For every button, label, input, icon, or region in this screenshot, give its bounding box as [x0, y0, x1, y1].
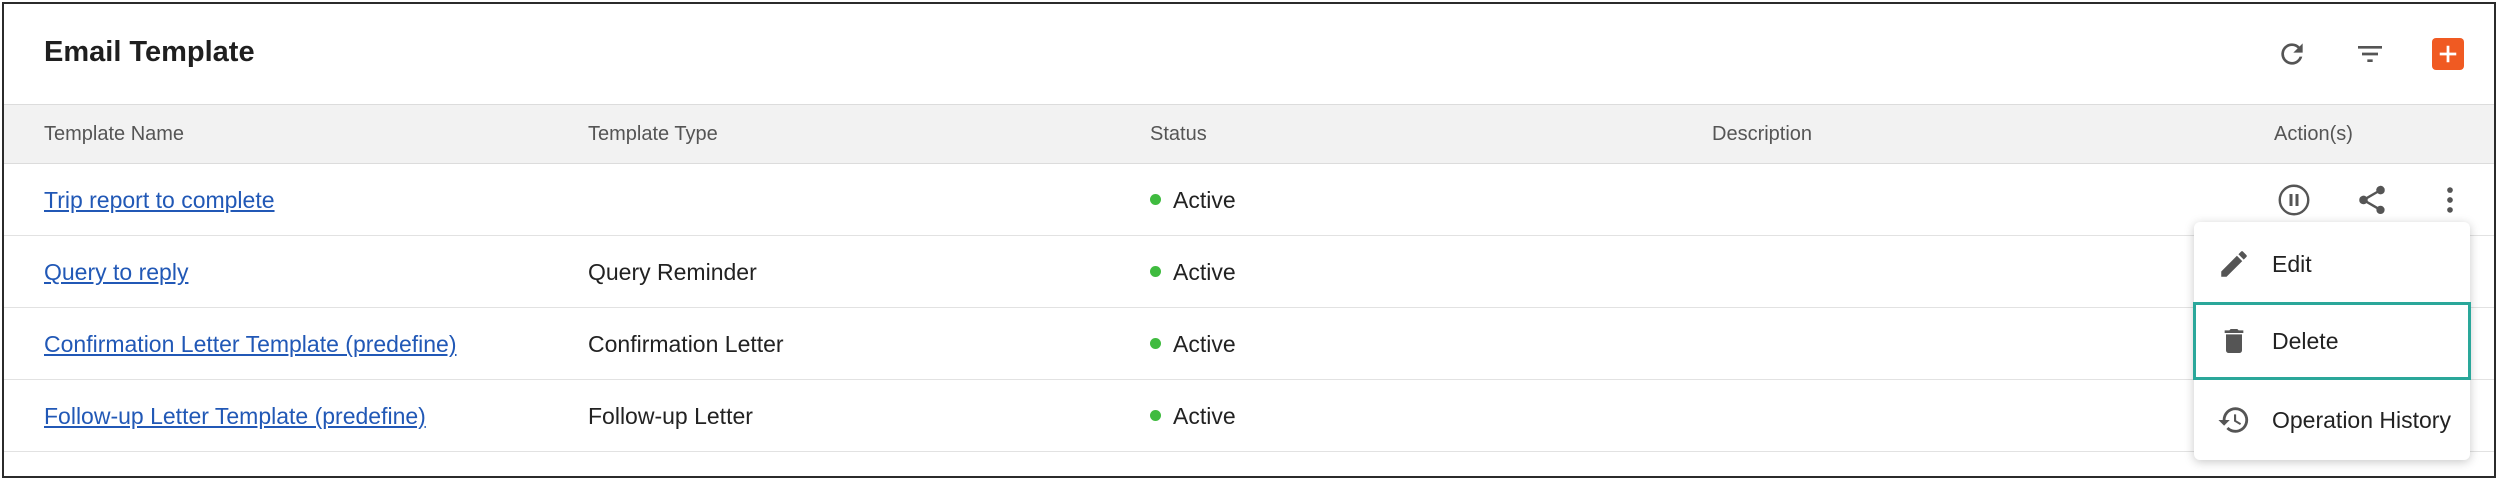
filter-button[interactable]	[2350, 34, 2390, 74]
status-label: Active	[1173, 331, 1236, 357]
table-header: Template Name Template Type Status Descr…	[4, 104, 2494, 164]
template-name-link[interactable]: Confirmation Letter Template (predefine)	[44, 331, 457, 357]
header-status[interactable]: Status	[1150, 105, 1207, 163]
pencil-icon	[2216, 246, 2252, 282]
status-dot-icon	[1150, 194, 1161, 206]
more-vert-icon	[2447, 187, 2453, 213]
status-label: Active	[1173, 187, 1236, 213]
table-row: Query to reply Query Reminder Active	[4, 236, 2494, 308]
refresh-icon	[2281, 43, 2303, 65]
header-actions: Action(s)	[2274, 123, 2353, 145]
filter-icon	[2358, 46, 2382, 62]
menu-item-operation-history[interactable]: Operation History	[2194, 382, 2470, 458]
menu-item-label: Edit	[2272, 250, 2312, 277]
template-name-cell[interactable]: Follow-up Letter Template (predefine)	[44, 380, 426, 452]
template-name-link[interactable]: Trip report to complete	[44, 187, 275, 213]
template-name-cell[interactable]: Trip report to complete	[44, 164, 275, 236]
menu-item-delete[interactable]: Delete	[2193, 302, 2471, 380]
status-dot-icon	[1150, 266, 1161, 278]
menu-item-label: Operation History	[2272, 406, 2451, 433]
menu-item-label: Delete	[2272, 327, 2339, 354]
add-template-button[interactable]	[2432, 38, 2464, 70]
status-label: Active	[1173, 259, 1236, 285]
page-title: Email Template	[44, 36, 255, 68]
table-row: Follow-up Letter Template (predefine) Fo…	[4, 380, 2494, 452]
status-cell: Active	[1150, 164, 1236, 236]
template-type-cell: Query Reminder	[588, 259, 757, 285]
add-icon	[2439, 45, 2457, 63]
share-button[interactable]	[2352, 180, 2392, 220]
status-cell: Active	[1150, 308, 1236, 380]
table-row: Trip report to complete Active	[4, 164, 2494, 236]
header-template-type[interactable]: Template Type	[588, 105, 718, 163]
email-template-panel: Email Template Template Name Template Ty…	[2, 2, 2496, 478]
status-dot-icon	[1150, 410, 1161, 422]
share-icon	[2359, 185, 2385, 215]
template-name-link[interactable]: Follow-up Letter Template (predefine)	[44, 403, 426, 429]
template-name-cell[interactable]: Confirmation Letter Template (predefine)	[44, 308, 457, 380]
menu-item-edit[interactable]: Edit	[2194, 226, 2470, 302]
template-name-link[interactable]: Query to reply	[44, 259, 188, 285]
status-cell: Active	[1150, 380, 1236, 452]
refresh-button[interactable]	[2272, 34, 2312, 74]
pause-button[interactable]	[2274, 180, 2314, 220]
panel-header: Email Template	[4, 4, 2494, 104]
header-template-name[interactable]: Template Name	[44, 105, 184, 163]
history-icon	[2216, 402, 2252, 438]
pause-icon	[2278, 184, 2310, 216]
status-label: Active	[1173, 403, 1236, 429]
table-row: Confirmation Letter Template (predefine)…	[4, 308, 2494, 380]
header-description[interactable]: Description	[1712, 105, 1812, 163]
template-type-cell: Confirmation Letter	[588, 331, 784, 357]
trash-icon	[2216, 323, 2252, 359]
status-cell: Active	[1150, 236, 1236, 308]
status-dot-icon	[1150, 338, 1161, 350]
more-actions-button[interactable]	[2430, 180, 2470, 220]
template-type-cell: Follow-up Letter	[588, 403, 753, 429]
template-name-cell[interactable]: Query to reply	[44, 236, 188, 308]
row-actions-menu: Edit Delete Operation History	[2193, 222, 2471, 460]
